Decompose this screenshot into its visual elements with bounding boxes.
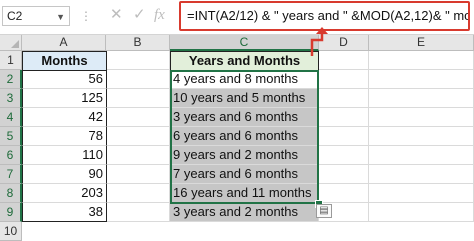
formula-input[interactable]: =INT(A2/12) & " years and " &MOD(A2,12)&… — [179, 1, 470, 31]
cell-c4[interactable]: 3 years and 6 months — [170, 108, 319, 127]
column-header-e[interactable]: E — [369, 35, 474, 51]
column-header-b[interactable]: B — [106, 35, 170, 51]
cell-c1-header[interactable]: Years and Months — [170, 51, 319, 71]
cell-c3[interactable]: 10 years and 5 months — [170, 89, 319, 108]
column-d-empty-cells[interactable] — [319, 70, 369, 222]
cell-c2[interactable]: 4 years and 8 months — [170, 70, 319, 89]
quick-analysis-icon[interactable]: ▤ — [316, 204, 332, 218]
cell-a5[interactable]: 78 — [22, 127, 107, 146]
cell-a4[interactable]: 42 — [22, 108, 107, 127]
column-header-c[interactable]: C — [170, 35, 319, 51]
separator-dots-icon: ⋮ — [80, 9, 92, 23]
row-header-8[interactable]: 8 — [0, 184, 22, 203]
name-box-value: C2 — [7, 9, 23, 23]
row-header-10[interactable]: 10 — [0, 222, 22, 241]
insert-function-icon[interactable]: fx — [154, 5, 165, 25]
row-header-1[interactable]: 1 — [0, 51, 22, 70]
column-e-empty-cells[interactable] — [369, 70, 474, 222]
cell-a9[interactable]: 38 — [22, 203, 107, 222]
row-header-4[interactable]: 4 — [0, 108, 22, 127]
cell-c6[interactable]: 9 years and 2 months — [170, 146, 319, 165]
chevron-down-icon[interactable]: ▼ — [56, 8, 65, 26]
cell-d1[interactable] — [319, 51, 369, 70]
cell-c5[interactable]: 6 years and 6 months — [170, 127, 319, 146]
row-header-3[interactable]: 3 — [0, 89, 22, 108]
column-header-a[interactable]: A — [22, 35, 106, 51]
cell-e1[interactable] — [369, 51, 474, 70]
cell-a3[interactable]: 125 — [22, 89, 107, 108]
cell-a7[interactable]: 90 — [22, 165, 107, 184]
row-header-7[interactable]: 7 — [0, 165, 22, 184]
cell-c8[interactable]: 16 years and 11 months — [170, 184, 319, 203]
select-all-triangle-icon — [11, 40, 19, 48]
cell-b1[interactable] — [107, 51, 170, 70]
select-all-button[interactable] — [0, 35, 22, 51]
column-b-empty-cells[interactable] — [107, 70, 170, 222]
cell-a8[interactable]: 203 — [22, 184, 107, 203]
row-header-2[interactable]: 2 — [0, 70, 22, 89]
enter-icon[interactable]: ✓ — [133, 5, 146, 25]
cancel-icon[interactable]: ✕ — [110, 5, 123, 25]
cell-a2[interactable]: 56 — [22, 70, 107, 89]
row-header-5[interactable]: 5 — [0, 127, 22, 146]
cell-c9[interactable]: 3 years and 2 months — [170, 203, 319, 222]
cell-a6[interactable]: 110 — [22, 146, 107, 165]
column-header-d[interactable]: D — [319, 35, 369, 51]
formula-bar: C2 ▼ ⋮ ✕ ✓ fx =INT(A2/12) & " years and … — [0, 0, 474, 34]
formula-text: =INT(A2/12) & " years and " &MOD(A2,12)&… — [187, 8, 470, 23]
cell-a1-header[interactable]: Months — [22, 51, 107, 71]
row-header-6[interactable]: 6 — [0, 146, 22, 165]
row-header-9[interactable]: 9 — [0, 203, 22, 222]
cell-c7[interactable]: 7 years and 6 months — [170, 165, 319, 184]
name-box[interactable]: C2 ▼ — [2, 6, 70, 26]
